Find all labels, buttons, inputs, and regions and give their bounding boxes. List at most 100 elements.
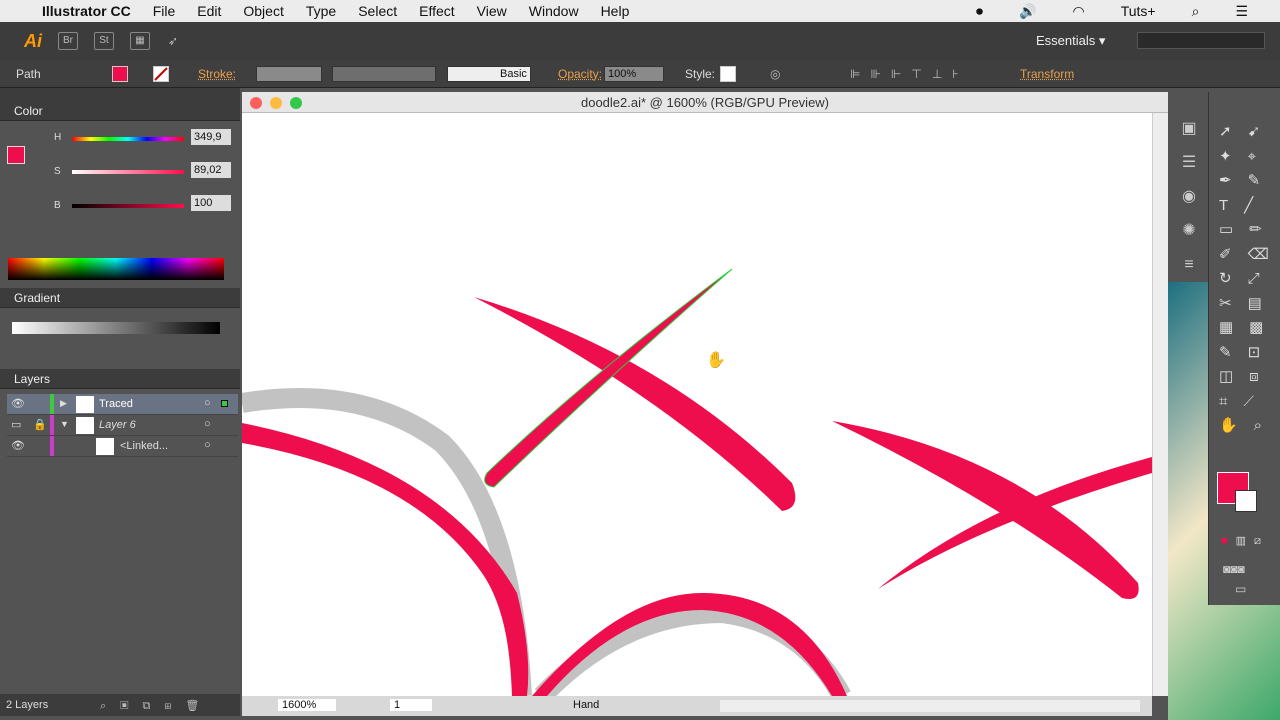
recolor-icon[interactable]: ◎ [770, 67, 780, 81]
lock-icon[interactable]: 🔒 [33, 418, 47, 431]
expand-arrow-icon[interactable]: ▶ [60, 398, 67, 409]
bridge-button[interactable]: Br [58, 32, 78, 50]
vertical-scrollbar[interactable] [1152, 113, 1168, 696]
visibility-eye-icon[interactable]: 👁 [11, 439, 25, 452]
brush-definition[interactable]: Basic [447, 66, 531, 82]
document-title: doodle2.ai* @ 1600% (RGB/GPU Preview) [580, 95, 830, 110]
align-icons[interactable]: ⊫⊪⊩⊤⊥⊦ [850, 67, 969, 81]
screen-mode-icon[interactable]: ▭ [1235, 582, 1246, 596]
panel-icons[interactable]: ▣ ☰ ◉ ✺ ≡ [1170, 92, 1208, 282]
color-panel-header: Color [0, 101, 240, 121]
hue-field[interactable]: 349,9 [191, 129, 231, 145]
collapse-arrow-icon[interactable]: ▼ [60, 419, 69, 429]
layer-color [50, 436, 54, 456]
minimize-button[interactable] [270, 97, 282, 109]
collapse-bar[interactable] [0, 88, 240, 101]
workspace-label: Essentials [1036, 33, 1096, 48]
layer-name[interactable]: Traced [99, 398, 133, 410]
stroke-weight-field[interactable] [256, 66, 322, 82]
variable-width-profile[interactable] [332, 66, 436, 82]
red-x-stroke[interactable] [832, 421, 1139, 599]
status-bar: 1600% 1 Hand [242, 696, 1152, 716]
s-label: S [54, 166, 61, 177]
fill-color-swatch[interactable] [7, 146, 25, 164]
panel-icon-strip: ▣ ☰ ◉ ✺ ≡ [1170, 92, 1208, 282]
stroke-color-box[interactable] [1235, 490, 1257, 512]
graphic-style-swatch[interactable] [720, 66, 736, 82]
menu-type[interactable]: Type [306, 3, 336, 19]
layer-row-linked[interactable]: 👁 <Linked... ○ [7, 436, 238, 457]
red-curve-stroke[interactable] [242, 423, 529, 696]
ai-logo: Ai [24, 30, 42, 51]
layer-row-traced[interactable]: 👁 ▶ Traced ○ [7, 394, 238, 415]
tools-panel: ➚➹ ✦⌖ ✒✎ T╱ ▭✏ ✐⌫ ↻⤢ ✂▤ ▦▩ ✎⊡ ◫⧈ ⌗⟋ ✋⌕ ■▥⧄ ◙◙◙ ▭ [1208, 92, 1280, 605]
color-spectrum[interactable] [8, 258, 224, 280]
menu-bar: Illustrator CC File Edit Object Type Sel… [0, 0, 1280, 22]
fill-swatch[interactable] [112, 66, 128, 82]
search-input[interactable] [1137, 32, 1265, 49]
artboard-navigation[interactable]: 1 [390, 699, 432, 711]
menu-object[interactable]: Object [243, 3, 283, 19]
transform-link[interactable]: Transform [1020, 67, 1074, 81]
opacity-label[interactable]: Opacity: [558, 67, 602, 81]
target-circle-icon[interactable]: ○ [204, 418, 211, 430]
brightness-field[interactable]: 100 [191, 195, 231, 211]
workspace-switcher[interactable]: Essentials ▾ [1036, 33, 1105, 49]
current-tool-status[interactable]: Hand [573, 699, 599, 711]
visibility-eye-icon[interactable]: 👁 [11, 397, 25, 410]
zoom-button[interactable] [290, 97, 302, 109]
template-icon[interactable]: ▭ [11, 418, 21, 431]
menu-window[interactable]: Window [529, 3, 579, 19]
layer-thumbnail [76, 417, 94, 434]
target-circle-icon[interactable]: ○ [204, 397, 211, 409]
layers-panel-header: Layers [0, 369, 240, 389]
selection-indicator[interactable] [221, 400, 228, 407]
menu-effect[interactable]: Effect [419, 3, 455, 19]
color-mode-buttons[interactable]: ■▥⧄ [1221, 534, 1269, 548]
layer-name[interactable]: <Linked... [120, 440, 168, 452]
menu-file[interactable]: File [153, 3, 176, 19]
color-panel: Color H 349,9 S 89,02 B 100 [0, 88, 240, 288]
menu-select[interactable]: Select [358, 3, 397, 19]
layer-row-layer6[interactable]: ▭ 🔒 ▼ Layer 6 ○ [7, 415, 238, 436]
arrange-documents-icon[interactable]: ▦ [130, 32, 150, 50]
gpu-rocket-icon[interactable]: ➶ [168, 34, 178, 48]
tuts-menu[interactable]: Tuts+ [1121, 3, 1156, 20]
layer-color [50, 394, 54, 414]
menu-edit[interactable]: Edit [197, 3, 221, 19]
menu-help[interactable]: Help [601, 3, 630, 19]
zoom-level-field[interactable]: 1600% [278, 699, 336, 711]
layers-footer: 2 Layers ⌕▣⧉⊞🗑 [0, 694, 240, 716]
artboard-canvas[interactable]: ✋ [242, 113, 1168, 696]
record-icon[interactable]: ⏺ [976, 3, 983, 20]
saturation-field[interactable]: 89,02 [191, 162, 231, 178]
opacity-field[interactable]: 100% [604, 66, 664, 82]
red-stroke-selected-path[interactable] [484, 268, 733, 488]
layer-thumbnail [96, 438, 114, 455]
spotlight-icon[interactable]: ⌕ [1192, 3, 1200, 20]
layer-action-icons[interactable]: ⌕▣⧉⊞🗑 [100, 699, 213, 713]
hue-slider[interactable] [72, 137, 184, 141]
stroke-swatch[interactable] [153, 66, 169, 82]
list-icon[interactable]: ☰ [1235, 3, 1248, 20]
brightness-slider[interactable] [72, 204, 184, 208]
saturation-slider[interactable] [72, 170, 184, 174]
stroke-label[interactable]: Stroke: [198, 67, 236, 81]
volume-icon[interactable]: 🔊 [1019, 3, 1036, 20]
gradient-swatch[interactable] [12, 322, 220, 334]
close-button[interactable] [250, 97, 262, 109]
b-label: B [54, 200, 61, 211]
app-menu[interactable]: Illustrator CC [42, 3, 131, 19]
menu-view[interactable]: View [477, 3, 507, 19]
brush-label: Basic [500, 68, 527, 80]
target-circle-icon[interactable]: ○ [204, 439, 211, 451]
tool-icons[interactable]: ➚➹ ✦⌖ ✒✎ T╱ ▭✏ ✐⌫ ↻⤢ ✂▤ ▦▩ ✎⊡ ◫⧈ ⌗⟋ ✋⌕ [1209, 92, 1280, 439]
wifi-icon[interactable]: ◠ [1072, 3, 1084, 20]
red-stroke-selected-a[interactable] [474, 297, 796, 511]
draw-mode-icons[interactable]: ◙◙◙ [1223, 562, 1245, 576]
horizontal-scrollbar[interactable] [720, 700, 1140, 712]
layer-name[interactable]: Layer 6 [99, 419, 136, 431]
red-curve-stroke[interactable] [532, 593, 847, 696]
h-label: H [54, 132, 62, 143]
stock-button[interactable]: St [94, 32, 114, 50]
